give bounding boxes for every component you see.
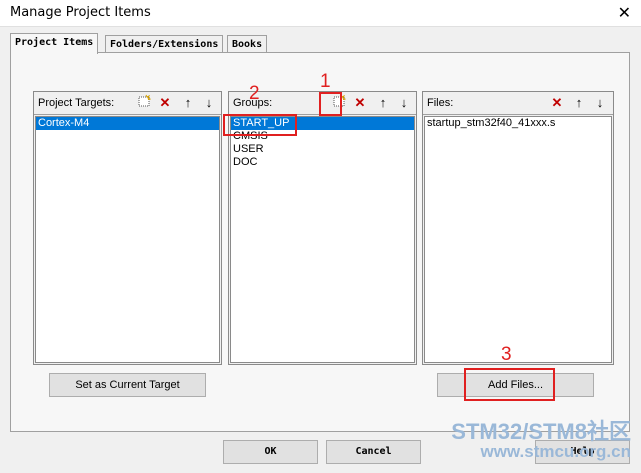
groups-list[interactable]: START_UP CMSIS USER DOC — [230, 116, 415, 363]
close-icon[interactable]: ✕ — [618, 3, 631, 22]
files-list[interactable]: startup_stm32f40_41xxx.s — [424, 116, 612, 363]
groups-panel: Groups: ✕ ↑ ↓ START_UP CMSIS USER DOC — [228, 91, 417, 365]
files-header: Files: ✕ ↑ ↓ — [423, 92, 613, 115]
ok-button[interactable]: OK — [223, 440, 318, 464]
add-files-button[interactable]: Add Files... — [437, 373, 594, 397]
targets-list[interactable]: Cortex-M4 — [35, 116, 220, 363]
list-item[interactable]: START_UP — [231, 117, 414, 130]
tab-folders-extensions[interactable]: Folders/Extensions — [105, 35, 224, 53]
title-bar: Manage Project Items ✕ — [0, 0, 641, 27]
move-up-target-icon[interactable]: ↑ — [178, 93, 198, 113]
list-item[interactable]: Cortex-M4 — [36, 117, 219, 130]
tab-books[interactable]: Books — [227, 35, 268, 53]
new-target-icon[interactable] — [134, 93, 154, 113]
tab-panel: Project Targets: ✕ ↑ ↓ Cortex-M4 Groups:… — [10, 52, 630, 432]
list-item[interactable]: USER — [231, 143, 414, 156]
list-item[interactable]: DOC — [231, 156, 414, 169]
move-down-target-icon[interactable]: ↓ — [199, 93, 219, 113]
delete-file-icon[interactable]: ✕ — [547, 93, 567, 113]
project-targets-header: Project Targets: ✕ ↑ ↓ — [34, 92, 221, 115]
new-group-icon[interactable] — [329, 93, 349, 113]
window-title: Manage Project Items — [10, 5, 151, 20]
cancel-button[interactable]: Cancel — [326, 440, 421, 464]
files-panel: Files: ✕ ↑ ↓ startup_stm32f40_41xxx.s — [422, 91, 614, 365]
move-up-group-icon[interactable]: ↑ — [373, 93, 393, 113]
move-down-file-icon[interactable]: ↓ — [590, 93, 610, 113]
annotation-number-3: 3 — [501, 344, 512, 365]
watermark-url: www.stmcu.org.cn — [480, 442, 631, 461]
move-down-group-icon[interactable]: ↓ — [394, 93, 414, 113]
list-item[interactable]: startup_stm32f40_41xxx.s — [425, 117, 611, 130]
project-targets-label: Project Targets: — [38, 97, 115, 109]
move-up-file-icon[interactable]: ↑ — [569, 93, 589, 113]
delete-group-icon[interactable]: ✕ — [350, 93, 370, 113]
project-targets-panel: Project Targets: ✕ ↑ ↓ Cortex-M4 — [33, 91, 222, 365]
list-item[interactable]: CMSIS — [231, 130, 414, 143]
tab-project-items[interactable]: Project Items — [10, 33, 99, 54]
annotation-number-2: 2 — [249, 83, 260, 104]
annotation-number-1: 1 — [320, 71, 331, 92]
files-label: Files: — [427, 97, 454, 109]
delete-target-icon[interactable]: ✕ — [155, 93, 175, 113]
set-as-current-target-button[interactable]: Set as Current Target — [49, 373, 206, 397]
